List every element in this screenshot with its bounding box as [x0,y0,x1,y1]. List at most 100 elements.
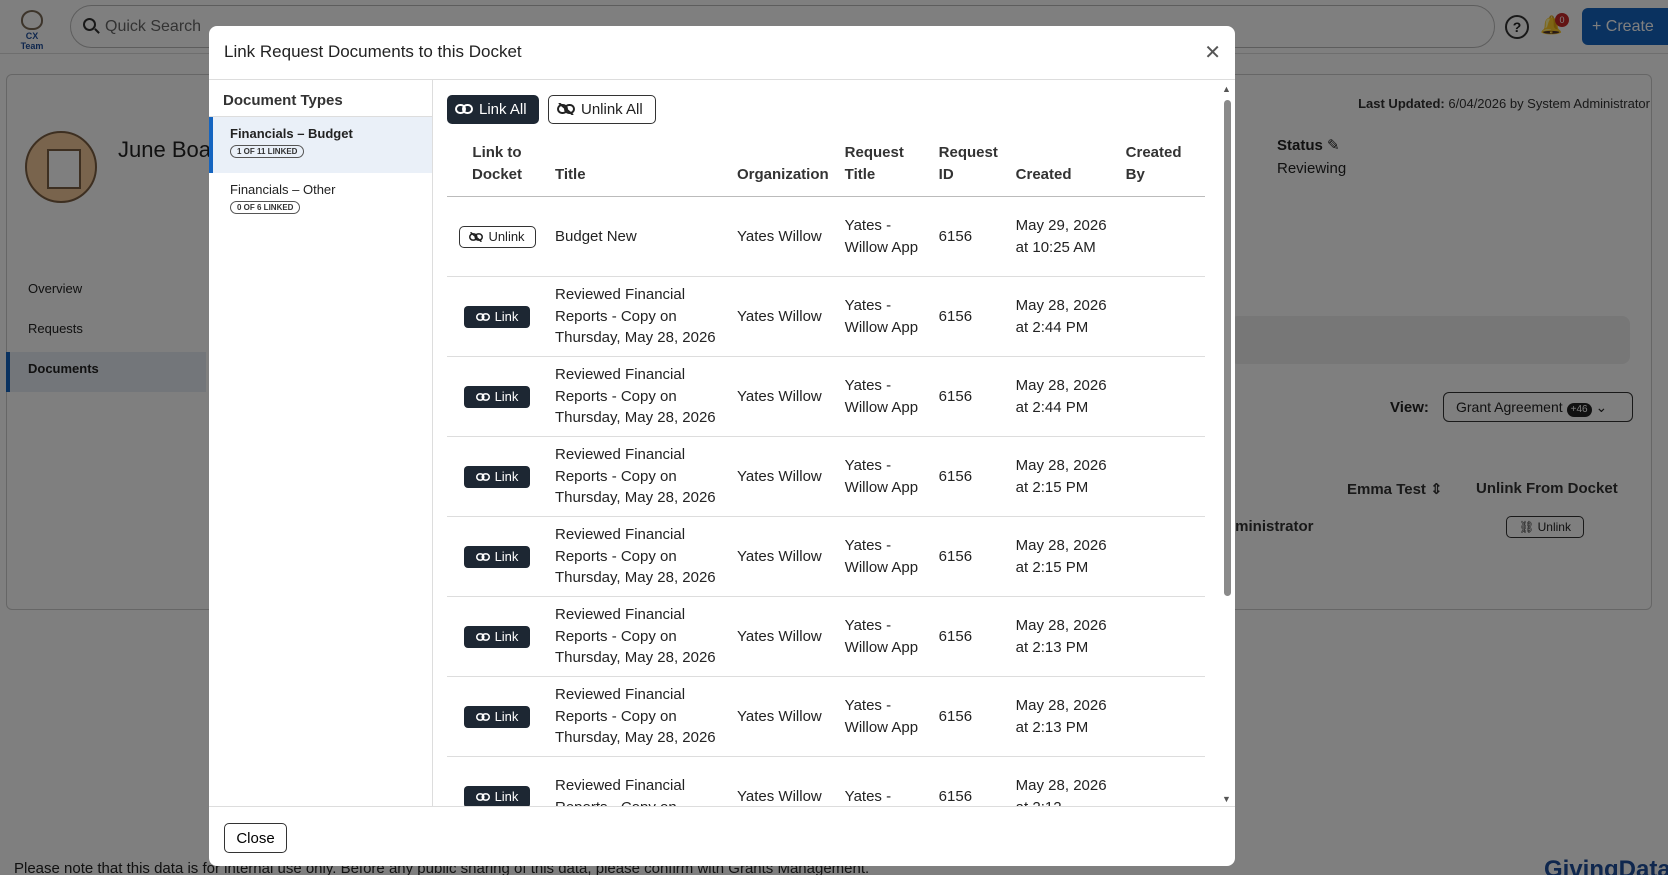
table-row: Link Reviewed Financial Reports - Copy on… [447,436,1205,517]
doc-type-financials-budget[interactable]: Financials – Budget 1 OF 11 LINKED [209,117,432,173]
table-row: Link Reviewed Financial Reports - Copy on… [447,676,1205,757]
cell-title: Reviewed Financial Reports - Copy on [547,756,729,806]
cell-created-by [1117,676,1205,757]
action-label: Link [494,708,519,724]
cell-created-by [1117,596,1205,677]
table-row: Link Reviewed Financial Reports - Copy on… [447,596,1205,677]
cell-request-title: Yates - Willow App [836,516,931,597]
cell-request-id: 6156 [930,196,1008,277]
action-label: Link [494,468,519,484]
cell-created: May 28, 2026 at 2:12 [1007,756,1118,806]
cell-organization: Yates Willow [729,596,837,677]
documents-table: Link to Docket Title Organization Request… [447,142,1205,806]
cell-link-action: Link [447,516,547,597]
cell-organization: Yates Willow [729,756,837,806]
cell-title: Reviewed Financial Reports - Copy on Thu… [547,516,729,597]
link-icon [475,632,490,641]
link-button[interactable]: Link [464,545,530,568]
link-icon [475,392,490,401]
header-created-by: Created By [1117,142,1205,197]
link-icon [475,312,490,321]
bulk-actions: Link All Unlink All [447,95,656,124]
document-types-panel: Document Types Financials – Budget 1 OF … [209,80,433,806]
cell-created: May 28, 2026 at 2:13 PM [1007,676,1118,757]
scroll-down-icon[interactable]: ▼ [1222,794,1231,804]
cell-request-title: Yates - Willow App [836,596,931,677]
doc-type-label: Financials – Other [230,182,336,197]
link-all-label: Link All [479,101,527,118]
cell-organization: Yates Willow [729,676,837,757]
link-button[interactable]: Link [464,625,530,648]
link-icon [475,792,490,801]
action-label: Link [494,788,519,804]
cell-link-action: Link [447,756,547,806]
cell-request-id: 6156 [930,596,1008,677]
link-all-button[interactable]: Link All [447,95,539,124]
link-button[interactable]: Link [464,785,530,806]
header-request-id: Request ID [930,142,1008,197]
table-scrollbar[interactable]: ▲ ▼ [1221,84,1233,804]
header-text: Docket [471,166,523,183]
cell-title: Reviewed Financial Reports - Copy on Thu… [547,436,729,517]
action-label: Link [494,548,519,564]
cell-request-id: 6156 [930,356,1008,437]
unlink-button[interactable]: Unlink [458,225,536,248]
cell-created-by [1117,516,1205,597]
header-text: By [1125,166,1145,183]
cell-created: May 28, 2026 at 2:13 PM [1007,596,1118,677]
action-label: Link [494,308,519,324]
header-link-to-docket: Link to Docket [447,142,547,197]
cell-organization: Yates Willow [729,436,837,517]
modal-footer: Close [209,806,1235,866]
unlink-icon [469,231,484,242]
action-label: Link [494,628,519,644]
close-button[interactable]: Close [224,823,287,853]
header-request-title: Request Title [836,142,931,197]
document-types-heading: Document Types [209,80,432,117]
cell-created-by [1117,356,1205,437]
header-text: Created [1125,144,1182,161]
close-icon[interactable]: ✕ [1204,40,1221,65]
cell-title: Reviewed Financial Reports - Copy on Thu… [547,356,729,437]
cell-request-title: Yates - Willow App [836,436,931,517]
cell-request-id: 6156 [930,516,1008,597]
link-icon [475,552,490,561]
cell-link-action: Link [447,436,547,517]
header-text: Request [844,144,904,161]
table-header-row: Link to Docket Title Organization Request… [447,142,1205,197]
unlink-all-button[interactable]: Unlink All [547,95,656,124]
scroll-up-icon[interactable]: ▲ [1222,84,1231,94]
cell-link-action: Unlink [447,196,547,277]
header-text: ID [938,166,954,183]
cell-request-id: 6156 [930,276,1008,357]
documents-table-area[interactable]: Link All Unlink All Link to Docket Title … [433,80,1235,806]
table-row: Link Reviewed Financial Reports - Copy on… [447,756,1205,806]
table-row: Link Reviewed Financial Reports - Copy on… [447,516,1205,597]
modal-header: Link Request Documents to this Docket ✕ [209,26,1235,80]
cell-title: Budget New [547,196,729,277]
cell-link-action: Link [447,276,547,357]
cell-link-action: Link [447,676,547,757]
cell-request-title: Yates - Willow App [836,356,931,437]
action-label: Unlink [488,228,525,244]
doc-type-financials-other[interactable]: Financials – Other 0 OF 6 LINKED [209,173,432,229]
link-button[interactable]: Link [464,385,530,408]
cell-organization: Yates Willow [729,356,837,437]
scroll-thumb[interactable] [1224,100,1231,596]
cell-request-id: 6156 [930,436,1008,517]
cell-title: Reviewed Financial Reports - Copy on Thu… [547,596,729,677]
cell-created: May 28, 2026 at 2:44 PM [1007,356,1118,437]
link-icon [475,712,490,721]
table-body: Unlink Budget New Yates Willow Yates - Will… [447,196,1205,806]
link-button[interactable]: Link [464,705,530,728]
link-button[interactable]: Link [464,305,530,328]
cell-created: May 28, 2026 at 2:15 PM [1007,436,1118,517]
cell-title: Reviewed Financial Reports - Copy on Thu… [547,676,729,757]
link-button[interactable]: Link [464,465,530,488]
unlink-icon [556,103,575,115]
cell-created: May 28, 2026 at 2:44 PM [1007,276,1118,357]
cell-request-title: Yates - Willow App [836,196,931,277]
link-icon [475,472,490,481]
cell-created-by [1117,196,1205,277]
header-title: Title [547,142,729,197]
